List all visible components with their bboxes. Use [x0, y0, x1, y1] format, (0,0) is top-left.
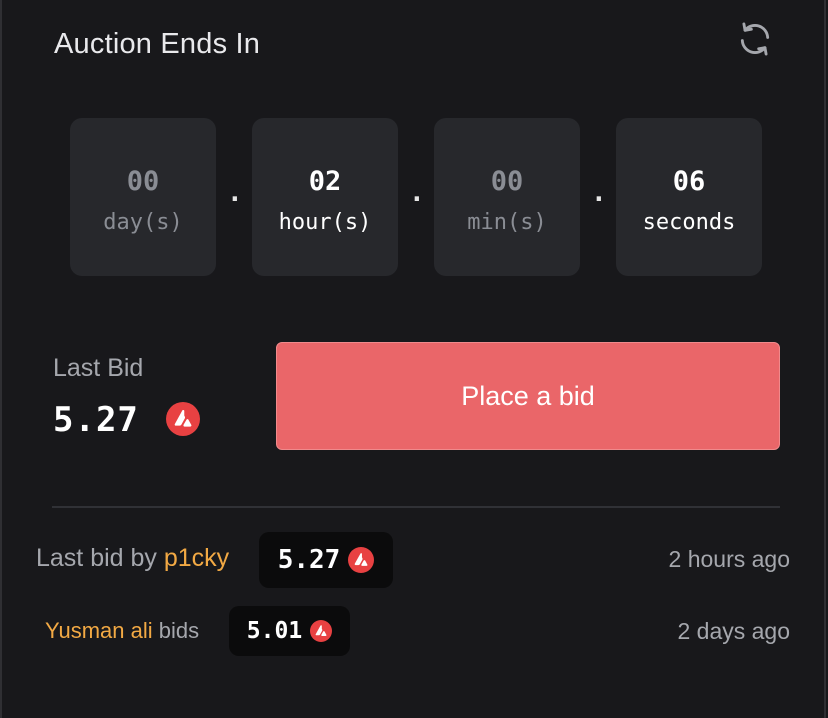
countdown-days-label: day(s) — [103, 210, 183, 235]
countdown-hours-value: 02 — [308, 166, 342, 197]
bidder-username[interactable]: Yusman ali — [45, 618, 153, 643]
avalanche-icon — [310, 620, 333, 642]
countdown-separator: . — [227, 178, 243, 208]
avalanche-icon — [348, 547, 375, 573]
avalanche-icon — [166, 401, 201, 436]
bid-history-text: Yusman ali bids — [45, 618, 199, 644]
auction-card: Auction Ends In 00 day(s) . 02 hour(s) .… — [0, 0, 826, 718]
place-bid-button[interactable]: Place a bid — [276, 342, 780, 450]
countdown-seconds-value: 06 — [672, 166, 706, 197]
countdown-days-value: 00 — [126, 166, 160, 197]
bid-amount: 5.01 — [246, 618, 303, 644]
countdown-separator: . — [409, 178, 425, 208]
bid-history-text: Last bid by p1cky — [36, 544, 229, 573]
divider — [52, 506, 780, 508]
bid-time: 2 days ago — [677, 618, 790, 644]
bid-history-prefix: Last bid by — [36, 544, 164, 572]
countdown-separator: . — [591, 178, 607, 208]
bid-amount-pill: 5.01 — [229, 606, 350, 656]
bid-amount-pill: 5.27 — [259, 532, 393, 588]
countdown-minutes: 00 min(s) — [434, 118, 580, 276]
bid-time: 2 hours ago — [668, 546, 790, 572]
countdown-minutes-value: 00 — [490, 166, 524, 197]
last-bid-amount: 5.27 — [53, 400, 201, 440]
bid-amount: 5.27 — [277, 545, 341, 575]
countdown-days: 00 day(s) — [70, 118, 216, 276]
bid-history-suffix: bids — [152, 618, 200, 643]
bidder-username[interactable]: p1cky — [164, 544, 229, 572]
countdown-hours: 02 hour(s) — [252, 118, 398, 276]
countdown-minutes-label: min(s) — [467, 210, 547, 235]
countdown-seconds: 06 seconds — [616, 118, 762, 276]
last-bid-label: Last Bid — [53, 354, 144, 382]
auction-title: Auction Ends In — [54, 28, 261, 60]
countdown-seconds-label: seconds — [642, 210, 736, 235]
countdown-hours-label: hour(s) — [278, 210, 372, 235]
last-bid-value: 5.27 — [53, 400, 139, 440]
refresh-icon[interactable] — [736, 20, 774, 58]
